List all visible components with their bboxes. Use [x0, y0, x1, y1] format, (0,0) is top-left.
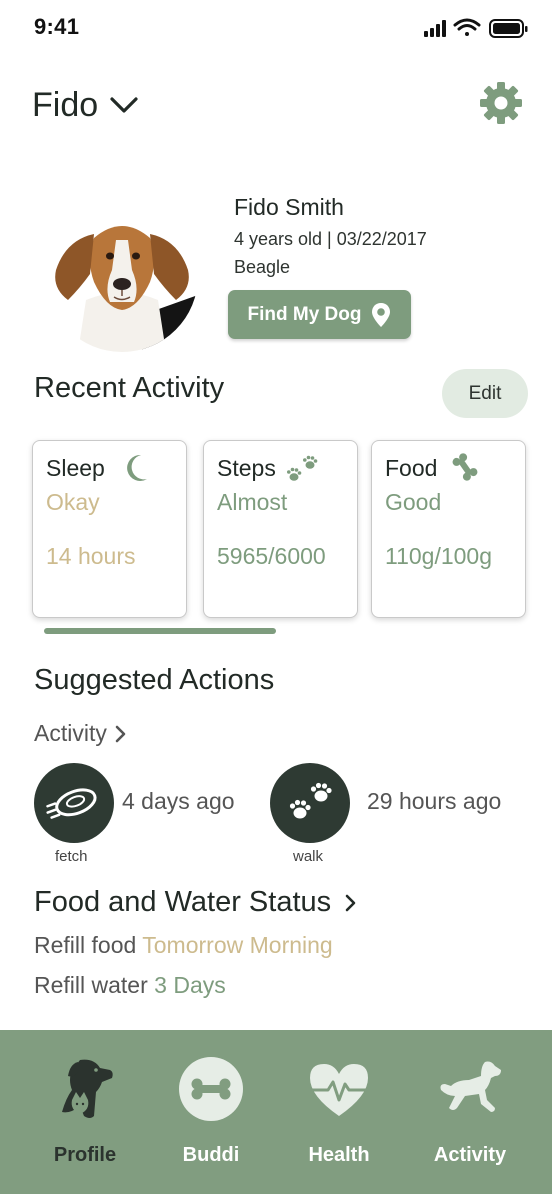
heartbeat-icon: [310, 1064, 368, 1116]
nav-label-profile: Profile: [53, 1144, 117, 1166]
activity-link[interactable]: Activity: [34, 720, 127, 747]
paw-prints-icon: [289, 782, 332, 819]
bone-icon: [452, 453, 478, 481]
chevron-right-icon: [345, 894, 356, 911]
food-water-title: Food and Water Status: [34, 886, 332, 918]
find-my-dog-button[interactable]: Find My Dog: [228, 290, 411, 339]
paw-prints-icon: [287, 455, 318, 481]
nav-label-health: Health: [308, 1144, 370, 1166]
card-value: 14 hours: [46, 543, 136, 569]
settings-gear-icon[interactable]: [478, 80, 524, 126]
refill-water-row: Refill water 3 Days: [34, 972, 226, 999]
card-title: Sleep: [46, 455, 105, 481]
location-pin-icon: [372, 302, 391, 327]
status-icons: [424, 18, 528, 38]
wifi-icon: [453, 18, 481, 36]
suggested-actions-title: Suggested Actions: [34, 664, 275, 696]
dog-name-header: Fido: [32, 85, 99, 124]
walk-label: walk: [293, 848, 324, 865]
card-value: 110g/100g: [385, 543, 493, 569]
activity-link-label: Activity: [34, 720, 107, 746]
bone-icon: [179, 1057, 243, 1121]
running-dog-icon: [440, 1061, 501, 1112]
profile-age-birthdate: 4 years old | 03/22/2017: [234, 229, 427, 249]
card-status: Good: [385, 489, 442, 515]
card-title: Steps: [217, 455, 276, 481]
activity-card-steps[interactable]: Steps Almost 5965/6000: [203, 440, 358, 618]
recent-activity-title: Recent Activity: [34, 372, 225, 404]
dog-photo: [46, 200, 198, 352]
find-my-dog-label: Find My Dog: [247, 303, 362, 325]
status-time: 9:41: [34, 14, 80, 39]
walk-last-time: 29 hours ago: [367, 788, 502, 814]
edit-button[interactable]: Edit: [442, 369, 528, 418]
fetch-label: fetch: [55, 848, 88, 865]
activity-card-food[interactable]: Food Good 110g/100g: [371, 440, 526, 618]
nav-item-buddi[interactable]: Buddi: [142, 1030, 280, 1194]
nav-item-health[interactable]: Health: [270, 1030, 408, 1194]
cellular-signal-icon: [424, 20, 446, 37]
walk-action-button[interactable]: [270, 763, 350, 843]
frisbee-icon: [46, 788, 97, 819]
refill-food-label: Refill food: [34, 932, 137, 958]
card-status: Okay: [46, 489, 100, 515]
dog-cat-icon: [62, 1059, 113, 1118]
refill-water-label: Refill water: [34, 972, 148, 998]
bottom-nav: Profile Buddi Health Activity: [0, 1030, 552, 1194]
profile-breed: Beagle: [234, 257, 291, 277]
card-title: Food: [385, 455, 438, 481]
cards-scroll-indicator: [44, 628, 276, 634]
nav-label-activity: Activity: [433, 1144, 507, 1166]
profile-full-name: Fido Smith: [234, 194, 344, 220]
chevron-right-icon: [115, 725, 126, 742]
dog-switcher[interactable]: Fido: [32, 80, 138, 130]
nav-item-activity[interactable]: Activity: [401, 1030, 539, 1194]
card-status: Almost: [217, 489, 288, 515]
food-water-status-link[interactable]: Food and Water Status: [34, 886, 357, 919]
fetch-last-time: 4 days ago: [122, 788, 235, 814]
refill-water-value: 3 Days: [154, 972, 226, 998]
card-value: 5965/6000: [217, 543, 326, 569]
nav-item-profile[interactable]: Profile: [16, 1030, 154, 1194]
chevron-down-icon: [110, 97, 138, 113]
fetch-action-button[interactable]: [34, 763, 114, 843]
moon-icon: [127, 454, 147, 481]
battery-icon: [489, 19, 528, 38]
activity-card-sleep[interactable]: Sleep Okay 14 hours: [32, 440, 187, 618]
refill-food-value: Tomorrow Morning: [142, 932, 333, 958]
refill-food-row: Refill food Tomorrow Morning: [34, 932, 333, 959]
nav-label-buddi: Buddi: [182, 1144, 240, 1166]
